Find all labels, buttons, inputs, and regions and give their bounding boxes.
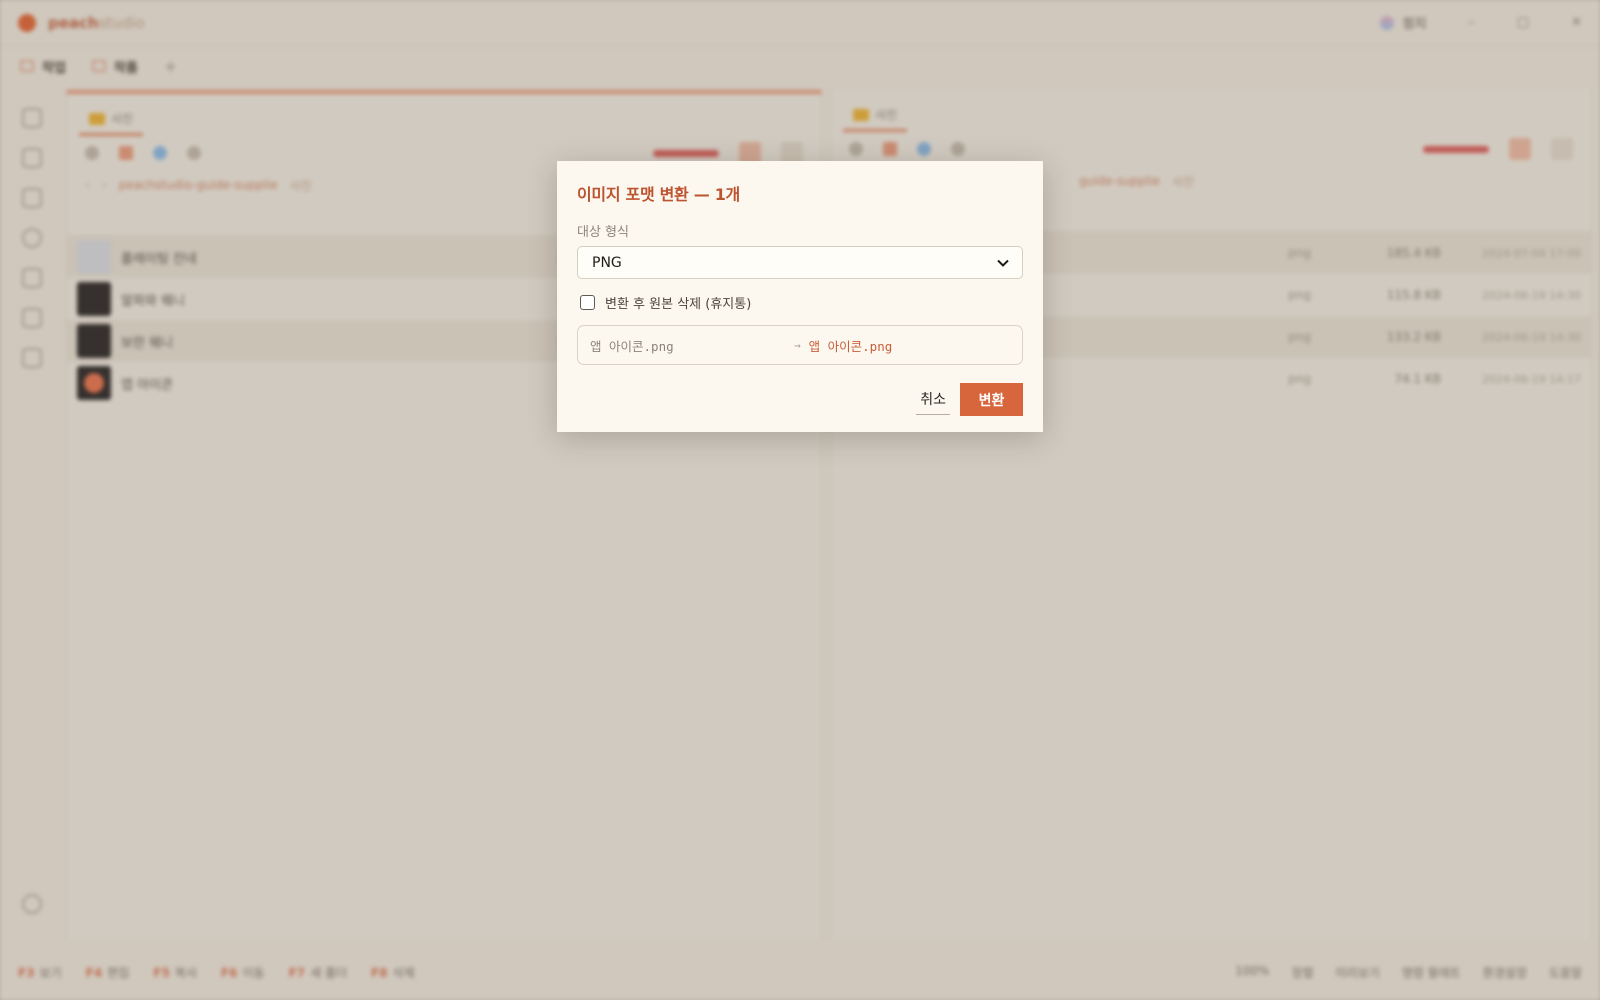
format-select-value: PNG [592, 254, 622, 271]
arrow-right-icon: → [794, 338, 801, 352]
convert-button[interactable]: 변환 [960, 383, 1023, 416]
rename-preview: 앱 아이콘.png → 앱 아이콘.png [577, 325, 1023, 365]
format-select[interactable]: PNG [577, 246, 1023, 279]
modal-overlay[interactable] [0, 0, 1600, 1000]
chevron-down-icon [996, 256, 1010, 270]
delete-original-label: 변환 후 원본 삭제 (휴지통) [605, 297, 752, 312]
preview-target: 앱 아이콘.png [808, 338, 893, 354]
cancel-button[interactable]: 취소 [916, 385, 950, 415]
format-convert-dialog: 이미지 포맷 변환 — 1개 대상 형식 PNG 변환 후 원본 삭제 (휴지통… [557, 161, 1043, 432]
delete-original-option[interactable]: 변환 후 원본 삭제 (휴지통) [577, 293, 1023, 312]
format-label: 대상 형식 [577, 225, 629, 240]
dialog-title: 이미지 포맷 변환 — 1개 [577, 185, 740, 204]
preview-source: 앱 아이콘.png [590, 338, 674, 354]
delete-original-checkbox[interactable] [580, 295, 595, 310]
